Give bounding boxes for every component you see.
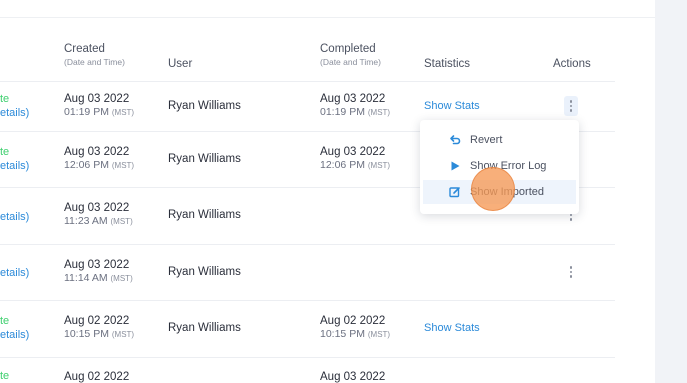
row-divider bbox=[0, 357, 615, 358]
created-tz: (MST) bbox=[110, 217, 133, 226]
menu-item-revert[interactable]: Revert bbox=[423, 128, 576, 152]
completed-tz: (MST) bbox=[367, 330, 391, 339]
user-cell: Ryan Williams bbox=[168, 153, 241, 165]
status-cell: etails) bbox=[0, 211, 29, 223]
created-cell: Aug 03 2022 01:19 PM (MST) bbox=[64, 93, 134, 118]
created-time: 11:14 AM bbox=[64, 272, 108, 284]
created-date: Aug 03 2022 bbox=[64, 202, 130, 214]
header-created-label: Created bbox=[64, 43, 105, 55]
status-text: te bbox=[0, 146, 10, 158]
created-time: 10:15 PM bbox=[64, 328, 109, 340]
created-date: Aug 02 2022 bbox=[64, 371, 130, 383]
status-cell: te etails) bbox=[0, 315, 29, 341]
header-created-sub: (Date and Time) bbox=[64, 57, 125, 67]
created-tz: (MST) bbox=[111, 161, 135, 170]
created-tz: (MST) bbox=[110, 274, 133, 283]
created-time: 01:19 PM bbox=[64, 106, 109, 118]
completed-time: 12:06 PM bbox=[320, 159, 365, 171]
header-completed-label: Completed bbox=[320, 43, 376, 55]
undo-icon bbox=[449, 134, 461, 146]
user-cell: Ryan Williams bbox=[168, 322, 241, 334]
created-time: 12:06 PM bbox=[64, 159, 109, 171]
details-link[interactable]: etails) bbox=[0, 107, 29, 119]
status-cell: te bbox=[0, 370, 9, 382]
header-statistics: Statistics bbox=[424, 58, 471, 70]
completed-cell: Aug 03 2022 01:19 PM (MST) bbox=[320, 93, 390, 118]
completed-date: Aug 02 2022 bbox=[320, 315, 386, 327]
row-divider bbox=[0, 300, 615, 301]
user-cell: Ryan Williams bbox=[168, 100, 241, 112]
details-link[interactable]: etails) bbox=[0, 211, 29, 223]
divider bbox=[0, 17, 655, 18]
created-date: Aug 03 2022 bbox=[64, 259, 130, 271]
row-actions-kebab-icon[interactable] bbox=[564, 262, 578, 282]
row-divider bbox=[0, 244, 615, 245]
header-created: Created (Date and Time) bbox=[64, 43, 125, 67]
menu-item-label: Revert bbox=[470, 134, 503, 146]
click-indicator bbox=[471, 167, 515, 211]
created-cell: Aug 02 2022 10:15 PM (MST) bbox=[64, 315, 134, 340]
status-text: te bbox=[0, 93, 10, 105]
play-icon bbox=[449, 160, 461, 172]
header-completed-sub: (Date and Time) bbox=[320, 57, 381, 67]
show-stats-link[interactable]: Show Stats bbox=[424, 100, 480, 112]
created-date: Aug 03 2022 bbox=[64, 146, 130, 158]
created-cell: Aug 02 2022 bbox=[64, 371, 129, 383]
show-stats-link[interactable]: Show Stats bbox=[424, 322, 480, 334]
status-cell: etails) bbox=[0, 267, 29, 279]
completed-date: Aug 03 2022 bbox=[320, 371, 386, 383]
completed-date: Aug 03 2022 bbox=[320, 146, 386, 158]
user-cell: Ryan Williams bbox=[168, 209, 241, 221]
header-divider bbox=[0, 81, 615, 82]
created-tz: (MST) bbox=[111, 330, 135, 339]
completed-cell: Aug 03 2022 bbox=[320, 371, 385, 383]
completed-time: 01:19 PM bbox=[320, 106, 365, 118]
completed-cell: Aug 02 2022 10:15 PM (MST) bbox=[320, 315, 390, 340]
completed-date: Aug 03 2022 bbox=[320, 93, 386, 105]
created-cell: Aug 03 2022 12:06 PM (MST) bbox=[64, 146, 134, 171]
status-cell: te etails) bbox=[0, 146, 29, 172]
created-cell: Aug 03 2022 11:23 AM (MST) bbox=[64, 202, 133, 227]
header-completed: Completed (Date and Time) bbox=[320, 43, 381, 67]
details-link[interactable]: etails) bbox=[0, 329, 29, 341]
created-cell: Aug 03 2022 11:14 AM (MST) bbox=[64, 259, 133, 284]
completed-time: 10:15 PM bbox=[320, 328, 365, 340]
right-side-panel bbox=[655, 0, 687, 383]
imports-table-panel: Created (Date and Time) User Completed (… bbox=[0, 0, 655, 383]
header-user: User bbox=[168, 58, 193, 70]
completed-cell: Aug 03 2022 12:06 PM (MST) bbox=[320, 146, 390, 171]
details-link[interactable]: etails) bbox=[0, 160, 29, 172]
completed-tz: (MST) bbox=[367, 161, 391, 170]
user-cell: Ryan Williams bbox=[168, 266, 241, 278]
edit-icon bbox=[449, 186, 461, 198]
status-text: te bbox=[0, 315, 10, 327]
row-actions-kebab-icon[interactable] bbox=[564, 96, 578, 116]
created-date: Aug 02 2022 bbox=[64, 315, 130, 327]
details-link[interactable]: etails) bbox=[0, 267, 29, 279]
header-actions: Actions bbox=[553, 58, 591, 70]
created-date: Aug 03 2022 bbox=[64, 93, 130, 105]
completed-tz: (MST) bbox=[367, 108, 391, 117]
status-text: te bbox=[0, 370, 10, 382]
created-time: 11:23 AM bbox=[64, 215, 108, 227]
status-cell: te etails) bbox=[0, 93, 29, 119]
created-tz: (MST) bbox=[111, 108, 135, 117]
